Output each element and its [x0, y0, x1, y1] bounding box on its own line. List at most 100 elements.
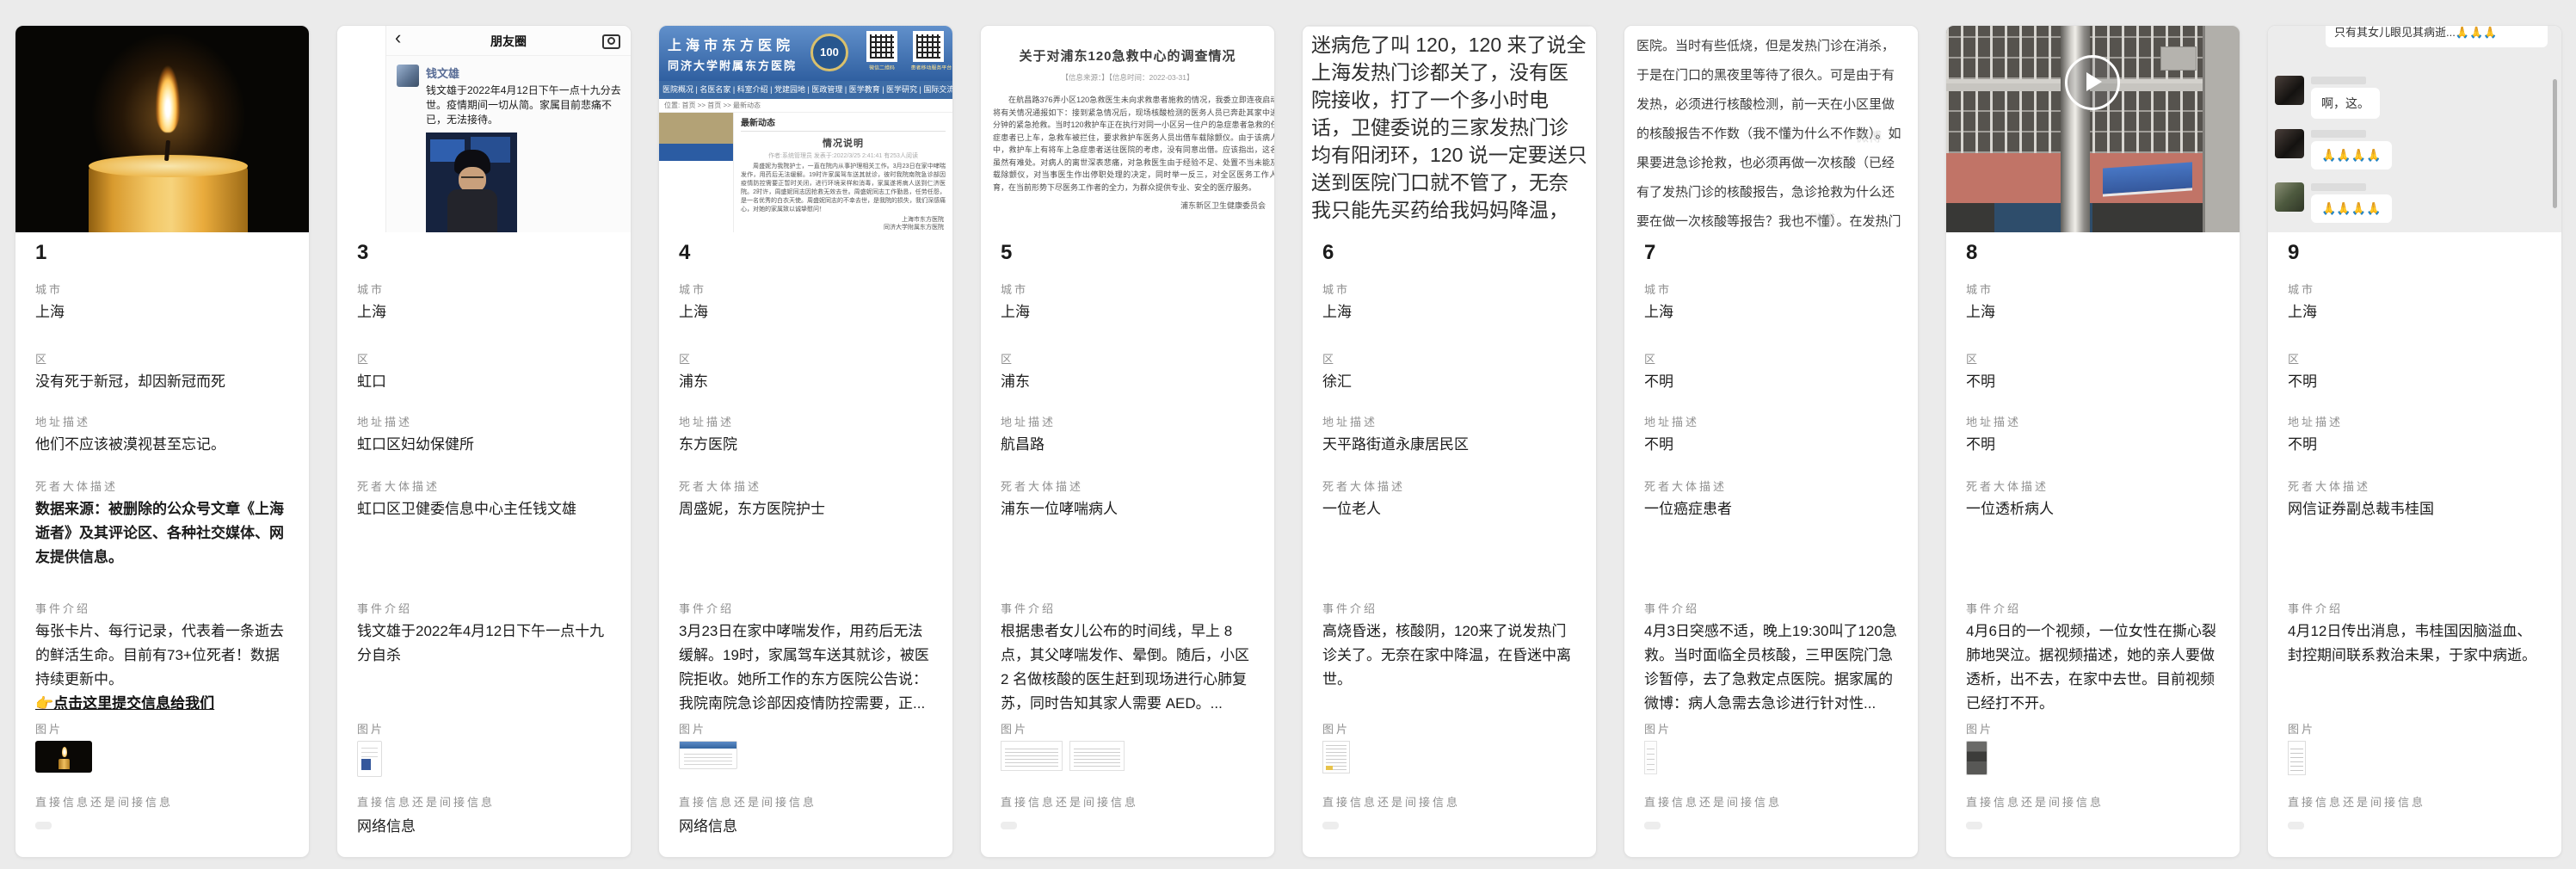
chat-message-row: 🙏🙏🙏🙏 [2275, 182, 2392, 223]
card-board: 1城市区地址描述死者大体描述事件介绍上海没有死于新冠，却因新冠而死他们不应该被漠… [15, 25, 2562, 858]
qr-label: 患者移动服务平台 [911, 65, 946, 72]
field-event: 高烧昏迷，核酸阴，120来了说发热门诊关了。无奈在家中降温，在昏迷中离世。 [1322, 619, 1576, 692]
empty-value-pill [35, 822, 52, 829]
field-label-event: 事件介绍 [679, 600, 933, 616]
notice-title: 情况说明 [741, 136, 946, 150]
field-event: 4月3日突感不适，晚上19:30叫了120急救。当时面临全员核酸，三甲医院门急诊… [1644, 619, 1898, 716]
field-label-direct: 直接信息还是间接信息 [679, 793, 933, 810]
field-label-image: 图片 [357, 720, 611, 736]
field-label-district: 区 [357, 350, 611, 367]
field-city: 上海 [1966, 300, 2220, 324]
field-address: 东方医院 [679, 433, 933, 457]
field-label-district: 区 [679, 350, 933, 367]
hospital-subname: 同济大学附属东方医院 [668, 57, 797, 73]
attachment-thumbnail[interactable] [1001, 741, 1130, 769]
gallery-card[interactable]: 只有其女儿眼见其病逝...🙏🙏🙏啊，这。🙏🙏🙏🙏🙏🙏🙏🙏9城市区地址描述死者大体… [2267, 25, 2562, 858]
sidebar-active-item[interactable] [659, 144, 733, 161]
document-screenshot: 关于对浦东120急救中心的调查情况【信息来源：】【信息时间：2022-03-31… [981, 26, 1274, 232]
field-label-direct: 直接信息还是间接信息 [357, 793, 611, 810]
field-label-district: 区 [2288, 350, 2542, 367]
submit-info-link[interactable]: 👉点击这里提交信息给我们 [35, 692, 289, 716]
attachment-thumbnail[interactable] [357, 741, 382, 777]
field-city: 上海 [1322, 300, 1576, 324]
avatar [2275, 129, 2304, 158]
field-label-address: 地址描述 [1644, 413, 1898, 429]
attachment-thumbnail[interactable] [679, 741, 737, 769]
attachment-thumbnail[interactable] [1644, 741, 1657, 774]
gallery-card[interactable]: 1城市区地址描述死者大体描述事件介绍上海没有死于新冠，却因新冠而死他们不应该被漠… [15, 25, 310, 858]
avatar [2275, 76, 2304, 105]
field-label-direct: 直接信息还是间接信息 [1001, 793, 1254, 810]
chat-bubble: 啊，这。 [2311, 88, 2380, 119]
gallery-card[interactable]: 8城市区地址描述死者大体描述事件介绍上海不明不明一位透析病人4月6日的一个视频，… [1945, 25, 2240, 858]
field-label-address: 地址描述 [679, 413, 933, 429]
field-deceased: 网信证券副总裁韦桂国 [2288, 497, 2542, 521]
gallery-card[interactable]: 医院。当时有些低烧，但是发热门诊在消杀，于是在门口的黑夜里等待了很久。可是由于有… [1624, 25, 1919, 858]
field-label-deceased: 死者大体描述 [357, 478, 611, 494]
field-district: 徐汇 [1322, 370, 1576, 394]
field-label-deceased: 死者大体描述 [1644, 478, 1898, 494]
field-event: 根据患者女儿公布的时间线，早上 8 点，其父哮喘发作、晕倒。随后，小区 2 名做… [1001, 619, 1254, 716]
field-label-district: 区 [1966, 350, 2220, 367]
gallery-card[interactable]: 关于对浦东120急救中心的调查情况【信息来源：】【信息时间：2022-03-31… [980, 25, 1275, 858]
field-label-event: 事件介绍 [35, 600, 289, 616]
camera-icon[interactable] [602, 34, 620, 49]
site-navbar[interactable]: 医院概况 | 名医名家 | 科室介绍 | 党建园地 | 医政管理 | 医学教育 … [659, 81, 952, 99]
avatar [2275, 182, 2304, 212]
field-label-deceased: 死者大体描述 [1322, 478, 1576, 494]
notice-meta: 作者:系统管理员 发表于:2022/3/25 2:41:41 有253人阅读 [741, 151, 946, 160]
field-label-image: 图片 [35, 720, 289, 736]
chat-message-row: 啊，这。 [2275, 76, 2380, 119]
field-label-deceased: 死者大体描述 [35, 478, 289, 494]
field-address: 他们不应该被漠视甚至忘记。 [35, 433, 289, 457]
attachment-thumbnail[interactable] [2288, 741, 2306, 775]
field-deceased: 一位老人 [1322, 497, 1576, 521]
moments-title: 朋友圈 [386, 33, 631, 50]
field-label-image: 图片 [679, 720, 933, 736]
field-address: 不明 [1966, 433, 2220, 457]
field-event: 每张卡片、每行记录，代表着一条逝去的鲜活生命。目前有73+位死者！数据持续更新中… [35, 619, 289, 716]
moments-post: 钱文雄钱文雄于2022年4月12日下午一点十九分去世。疫情期间一切从简。家属目前… [386, 56, 631, 232]
field-label-direct: 直接信息还是间接信息 [1966, 793, 2220, 810]
doc-signature: 上海市东方医院同济大学附属东方医院 [741, 216, 946, 231]
field-city: 上海 [357, 300, 611, 324]
avatar [397, 65, 419, 87]
attachment-thumbnail[interactable] [35, 741, 92, 773]
field-label-event: 事件介绍 [1322, 600, 1576, 616]
field-event: 钱文雄于2022年4月12日下午一点十九分自杀 [357, 619, 611, 668]
moments-header: ‹朋友圈 [386, 26, 631, 56]
card-number: 7 [1644, 241, 1655, 265]
qr-code-icon [913, 31, 944, 62]
qr-block: 患者移动服务平台 [908, 31, 949, 72]
gallery-card[interactable]: 迷病危了叫 120，120 来了说全上海发热门诊都关了，没有医院接收，打了一个多… [1302, 25, 1597, 858]
wechat-moments-screenshot: ‹朋友圈钱文雄钱文雄于2022年4月12日下午一点十九分去世。疫情期间一切从简。… [337, 26, 631, 232]
field-label-deceased: 死者大体描述 [1001, 478, 1254, 494]
chat-bubble: 🙏🙏🙏🙏 [2311, 141, 2392, 169]
field-district: 不明 [2288, 370, 2542, 394]
field-label-image: 图片 [1966, 720, 2220, 736]
field-city: 上海 [679, 300, 933, 324]
field-city: 上海 [1001, 300, 1254, 324]
field-label-city: 城市 [1644, 280, 1898, 297]
field-label-image: 图片 [1001, 720, 1254, 736]
redacted-username [2311, 130, 2366, 138]
field-label-event: 事件介绍 [1966, 600, 2220, 616]
redacted-username [2311, 77, 2366, 84]
attachment-thumbnail[interactable] [1322, 741, 1350, 773]
document-meta: 【信息来源：】【信息时间：2022-03-31】 [981, 72, 1274, 83]
field-label-city: 城市 [1966, 280, 2220, 297]
play-icon[interactable] [2065, 55, 2120, 110]
site-sidebar [659, 113, 734, 232]
field-label-district: 区 [1644, 350, 1898, 367]
field-label-direct: 直接信息还是间接信息 [35, 793, 289, 810]
field-label-city: 城市 [35, 280, 289, 297]
gallery-card[interactable]: 上海市东方医院同济大学附属东方医院 100 微信二维码患者移动服务平台医院概况 | … [658, 25, 953, 858]
anniversary-badge: 100 [810, 34, 848, 71]
attachment-thumbnail[interactable] [1966, 741, 1987, 775]
gallery-card[interactable]: ‹朋友圈钱文雄钱文雄于2022年4月12日下午一点十九分去世。疫情期间一切从简。… [336, 25, 632, 858]
quoted-text: 迷病危了叫 120，120 来了说全上海发热门诊都关了，没有医院接收，打了一个多… [1303, 27, 1596, 224]
text-screenshot: 医院。当时有些低烧，但是发热门诊在消杀，于是在门口的黑夜里等待了很久。可是由于有… [1624, 26, 1918, 232]
field-label-image: 图片 [1644, 720, 1898, 736]
qr-block: 微信二维码 [861, 31, 903, 72]
post-photo [426, 133, 517, 232]
